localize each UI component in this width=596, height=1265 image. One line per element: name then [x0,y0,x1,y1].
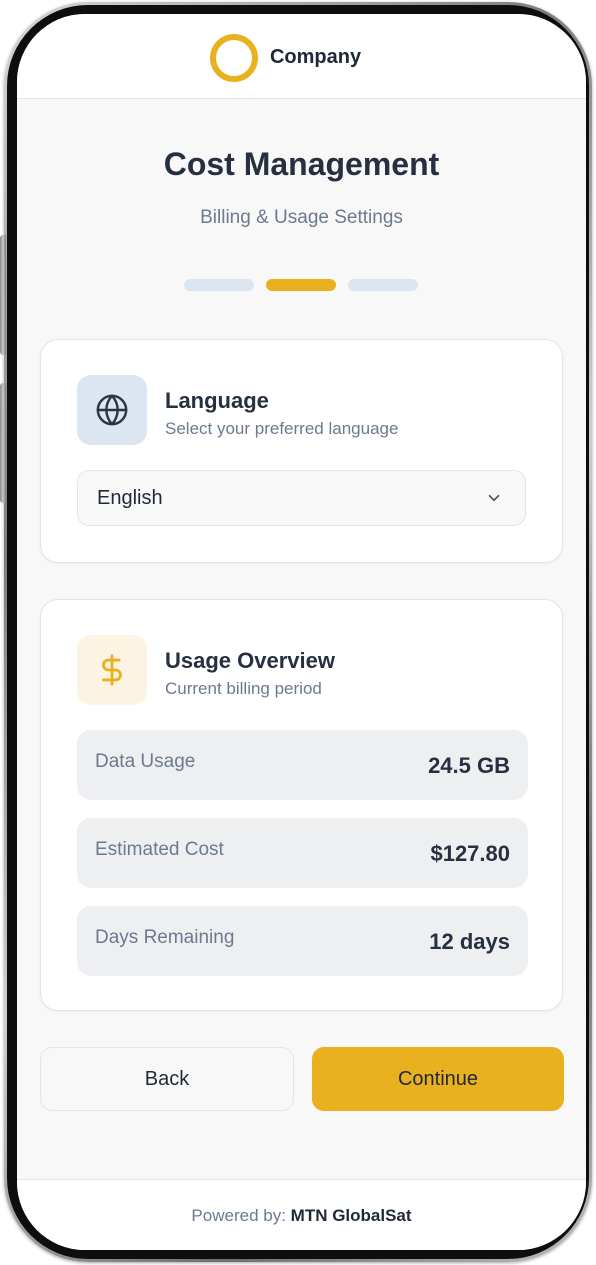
usage-icon-box [77,635,147,705]
app-footer: Powered by: MTN GlobalSat [17,1179,586,1250]
stat-estimated-cost: Estimated Cost $127.80 [77,818,528,888]
language-subtitle: Select your preferred language [165,419,399,438]
stat-days-remaining: Days Remaining 12 days [77,906,528,976]
ring-logo-icon [209,34,258,82]
globe-icon [96,394,128,426]
stat-data-usage: Data Usage 24.5 GB [77,730,528,800]
powered-by-label: Powered by: [191,1206,286,1225]
language-card: Language Select your preferred language … [40,339,563,563]
progress-step-3 [348,279,418,291]
progress-steps [184,279,418,291]
app-header: Company [17,14,586,99]
usage-title: Usage Overview [165,648,335,673]
language-title: Language [165,388,269,413]
dollar-icon [102,654,122,686]
page-title: Cost Management [163,146,440,182]
progress-step-2-active [266,279,336,291]
language-icon-box [77,375,147,445]
app-screen: Company Cost Management Billing & Usage … [17,14,586,1250]
usage-subtitle: Current billing period [165,679,322,698]
usage-card: Usage Overview Current billing period Da… [40,599,563,1011]
stat-label: Estimated Cost [95,839,224,860]
stat-label: Days Remaining [95,927,235,948]
chevron-down-icon [488,494,500,502]
stat-value: 24.5 GB [428,753,510,778]
progress-step-1 [184,279,254,291]
volume-down-button [0,383,6,503]
company-name: Company [269,45,362,68]
page-subtitle: Billing & Usage Settings [200,207,403,228]
back-button[interactable]: Back [40,1047,294,1111]
stat-value: 12 days [429,929,510,954]
volume-up-button [0,235,6,355]
stat-value: $127.80 [430,841,510,866]
powered-by-brand: MTN GlobalSat [290,1206,412,1225]
continue-button[interactable]: Continue [312,1047,564,1111]
stat-label: Data Usage [95,751,196,772]
language-select[interactable]: English [77,470,526,526]
language-select-value: English [97,486,163,509]
